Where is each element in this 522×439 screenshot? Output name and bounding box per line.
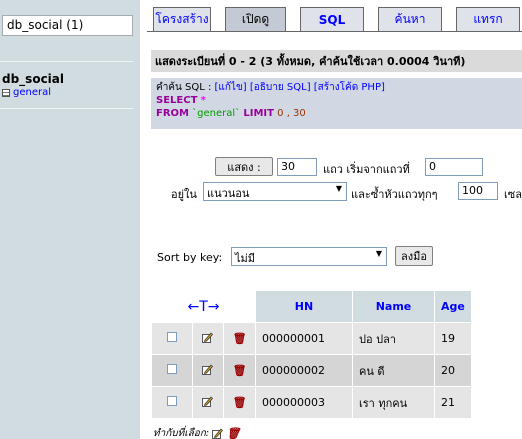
sql-table-name: `general`	[192, 108, 241, 119]
cell-age: 19	[435, 323, 471, 354]
table-row: 🗑 000000002 คน ดี 20	[152, 355, 471, 386]
delete-icon[interactable]: 🗑	[233, 396, 247, 409]
tab-insert[interactable]: แทรก	[456, 7, 520, 31]
results-table: ←T→ HN Name Age 🗑 000000001 ปอ ปลา 19 🗑 …	[151, 290, 472, 419]
cell-age: 21	[435, 387, 471, 418]
dropdown-arrow-icon: ▼	[375, 249, 382, 258]
delete-selected-icon[interactable]: 🗑	[226, 427, 240, 439]
delete-icon[interactable]: 🗑	[233, 364, 247, 377]
cell-hn: 000000003	[256, 387, 352, 418]
display-mode-value: แนวนอน	[207, 187, 250, 200]
row-checkbox[interactable]	[166, 396, 177, 406]
main-frame: โครงสร้าง เปิดดู SQL ค้นหา แทรก แสดงระเบ…	[147, 0, 522, 439]
showing-records-bar: แสดงระเบียนที่ 0 - 2 (3 ทั้งหมด, คำค้นใช…	[151, 50, 522, 72]
sort-key-value: ไม่มี	[235, 252, 256, 265]
dropdown-arrow-icon: ▼	[335, 184, 342, 193]
explain-sql-link[interactable]: [อธิบาย SQL]	[250, 82, 311, 93]
cell-name: เรา ทุกคน	[353, 387, 434, 418]
show-button[interactable]: แสดง :	[215, 157, 273, 176]
sort-by-label: Sort by key:	[157, 251, 223, 264]
database-select[interactable]: db_social (1)	[2, 15, 133, 36]
table-icon	[2, 88, 10, 97]
cell-name: คน ดี	[353, 355, 434, 386]
repeat-headers-label: และซ้ำหัวแถวทุกๆ	[351, 188, 438, 201]
sql-keyword-limit: LIMIT	[243, 108, 274, 119]
table-row: 🗑 000000001 ปอ ปลา 19	[152, 323, 471, 354]
with-selected-label: ทำกับที่เลือก:	[153, 428, 210, 439]
sql-keyword-select: SELECT	[156, 95, 198, 106]
column-resize-arrows[interactable]: ←T→	[152, 291, 255, 322]
tab-sql[interactable]: SQL	[300, 7, 364, 31]
rows-label: แถว เริ่มจากแถวที่	[323, 163, 410, 176]
sql-query-box: คำค้น SQL : [แก้ไข] [อธิบาย SQL] [สร้างโ…	[151, 78, 522, 129]
delete-icon[interactable]: 🗑	[233, 332, 247, 345]
cell-name: ปอ ปลา	[353, 323, 434, 354]
with-selected-bar: ทำกับที่เลือก: 🗑	[153, 426, 240, 439]
edit-icon[interactable]	[202, 331, 214, 343]
table-link-label: general	[13, 87, 52, 98]
display-mode-select[interactable]: แนวนอน ▼	[203, 182, 347, 201]
create-php-link[interactable]: [สร้างโค้ด PHP]	[314, 82, 385, 93]
sql-keyword-from: FROM	[156, 108, 189, 119]
table-row: 🗑 000000003 เรา ทุกคน 21	[152, 387, 471, 418]
sql-limit-values: 0 , 30	[277, 108, 306, 119]
sql-star: *	[200, 95, 206, 106]
start-row-input[interactable]: 0	[425, 158, 483, 176]
row-checkbox[interactable]	[166, 332, 177, 342]
cell-age: 20	[435, 355, 471, 386]
divider	[0, 108, 133, 109]
navigation-frame: db_social (1) db_social general	[0, 0, 140, 439]
cell-hn: 000000001	[256, 323, 352, 354]
column-header-hn[interactable]: HN	[256, 291, 352, 322]
cells-label: เซล	[504, 188, 522, 201]
database-name-link[interactable]: db_social	[2, 72, 64, 86]
sort-key-select[interactable]: ไม่มี ▼	[231, 247, 387, 266]
tab-divider	[147, 31, 522, 32]
edit-selected-icon[interactable]	[212, 428, 224, 439]
table-link-general[interactable]: general	[2, 87, 51, 98]
tab-structure[interactable]: โครงสร้าง	[153, 7, 211, 31]
repeat-headers-input[interactable]: 100	[458, 182, 498, 200]
column-header-name[interactable]: Name	[353, 291, 434, 322]
edit-icon[interactable]	[202, 395, 214, 407]
rows-count-input[interactable]: 30	[277, 158, 317, 176]
edit-icon[interactable]	[202, 363, 214, 375]
divider	[0, 61, 133, 62]
edit-sql-link[interactable]: [แก้ไข]	[215, 82, 247, 93]
tab-browse[interactable]: เปิดดู	[225, 7, 286, 31]
go-button[interactable]: ลงมือ	[395, 246, 433, 266]
mode-label: อยู่ใน	[171, 188, 197, 201]
cell-hn: 000000002	[256, 355, 352, 386]
tab-search[interactable]: ค้นหา	[378, 7, 442, 31]
sql-prefix: คำค้น SQL :	[156, 82, 215, 93]
column-header-age[interactable]: Age	[435, 291, 471, 322]
tab-bar: โครงสร้าง เปิดดู SQL ค้นหา แทรก	[153, 7, 520, 33]
row-checkbox[interactable]	[166, 364, 177, 374]
